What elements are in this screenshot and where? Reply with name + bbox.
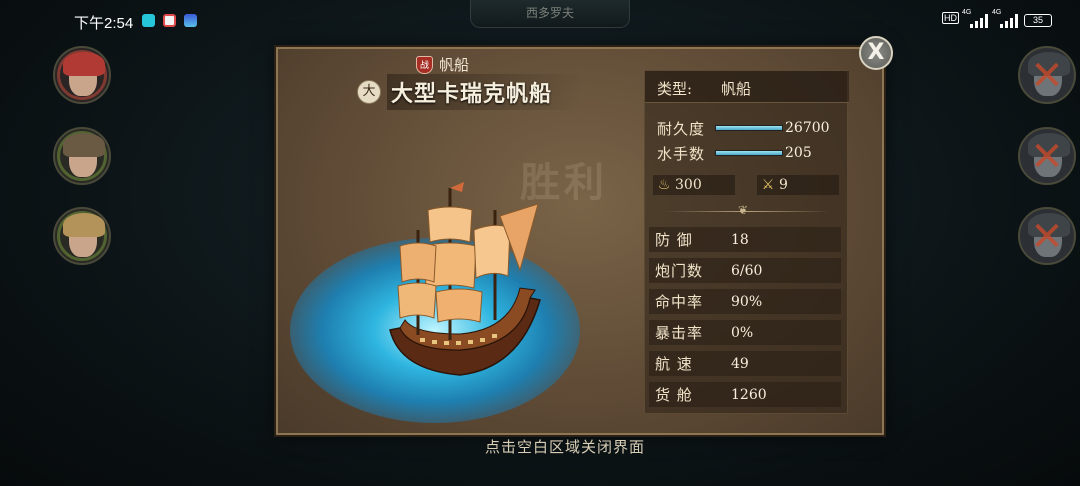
- captain-avatar[interactable]: [53, 46, 111, 104]
- attribute-value: 0%: [731, 324, 754, 341]
- crossed-swords-icon: ⚔: [761, 177, 775, 193]
- sailors-bar-fill: [716, 151, 782, 155]
- size-badge: 大: [357, 80, 381, 104]
- close-button[interactable]: X: [859, 36, 893, 70]
- ship-name: 大型卡瑞克帆船: [387, 74, 583, 110]
- type-value: 帆船: [721, 80, 752, 98]
- attribute-value: 49: [731, 355, 749, 372]
- attribute-label: 航 速: [655, 355, 693, 373]
- cross-icon: ✕: [1030, 53, 1064, 99]
- app-notification-icon: [142, 14, 155, 27]
- combat-pill: ⚔ 9: [757, 175, 839, 195]
- top-tab-title: 西多罗夫: [470, 0, 630, 28]
- crew-avatar-unavailable[interactable]: ✕: [1018, 46, 1076, 104]
- divider-ornament-icon: ❦: [738, 203, 749, 217]
- attribute-value: 90%: [731, 293, 763, 310]
- signal-strength-icon: [970, 14, 988, 28]
- app-notification-icon: [163, 14, 176, 27]
- stats-panel: 类型: 帆船 耐久度 26700 水手数 205 ♨ 300 ⚔ 9 ❦ 防 御…: [644, 70, 849, 414]
- ship-illustration: [389, 182, 541, 376]
- sailors-value: 205: [785, 145, 812, 161]
- captain-avatar[interactable]: [53, 127, 111, 185]
- attribute-label: 暴击率: [655, 324, 704, 342]
- attribute-row: 炮门数 6/60: [649, 258, 841, 283]
- durability-row: 耐久度 26700: [657, 118, 830, 138]
- supply-pill: ♨ 300: [653, 175, 735, 195]
- status-time: 下午2:54: [74, 15, 134, 32]
- attribute-row: 暴击率 0%: [649, 320, 841, 345]
- ship-title: 大 大型卡瑞克帆船: [357, 74, 583, 110]
- food-sack-icon: ♨: [657, 177, 671, 193]
- attribute-label: 货 舱: [655, 386, 693, 404]
- attribute-label: 命中率: [655, 293, 704, 311]
- attribute-value: 6/60: [731, 262, 763, 279]
- sailors-row: 水手数 205: [657, 143, 812, 163]
- attribute-row: 命中率 90%: [649, 289, 841, 314]
- cross-icon: ✕: [1030, 134, 1064, 180]
- ship-category: 战 帆船: [416, 54, 469, 75]
- attribute-label: 炮门数: [655, 262, 704, 280]
- cross-icon: ✕: [1030, 214, 1064, 260]
- attribute-label: 防 御: [655, 231, 693, 249]
- crew-avatar-unavailable[interactable]: ✕: [1018, 207, 1076, 265]
- signal-strength-icon: [1000, 14, 1018, 28]
- close-hint: 点击空白区域关闭界面: [484, 438, 645, 456]
- captain-avatar[interactable]: [53, 207, 111, 265]
- hd-indicator: HD: [942, 12, 959, 24]
- sailors-label: 水手数: [657, 144, 706, 163]
- type-label: 类型:: [657, 80, 693, 98]
- battery-icon: 35: [1024, 14, 1052, 27]
- combat-value: 9: [779, 177, 788, 193]
- attribute-value: 18: [731, 231, 749, 248]
- app-notification-icon: [184, 14, 197, 27]
- durability-label: 耐久度: [657, 119, 706, 138]
- attribute-row: 航 速 49: [649, 351, 841, 376]
- durability-bar: [715, 125, 783, 131]
- category-label: 帆船: [439, 56, 470, 74]
- supply-value: 300: [675, 177, 702, 193]
- attribute-row: 防 御 18: [649, 227, 841, 252]
- category-badge: 战: [416, 55, 433, 74]
- durability-value: 26700: [785, 120, 830, 136]
- crew-avatar-unavailable[interactable]: ✕: [1018, 127, 1076, 185]
- durability-bar-fill: [716, 126, 782, 130]
- type-row: 类型: 帆船: [645, 71, 849, 103]
- sailors-bar: [715, 150, 783, 156]
- attribute-row: 货 舱 1260: [649, 382, 841, 407]
- attribute-value: 1260: [731, 386, 767, 403]
